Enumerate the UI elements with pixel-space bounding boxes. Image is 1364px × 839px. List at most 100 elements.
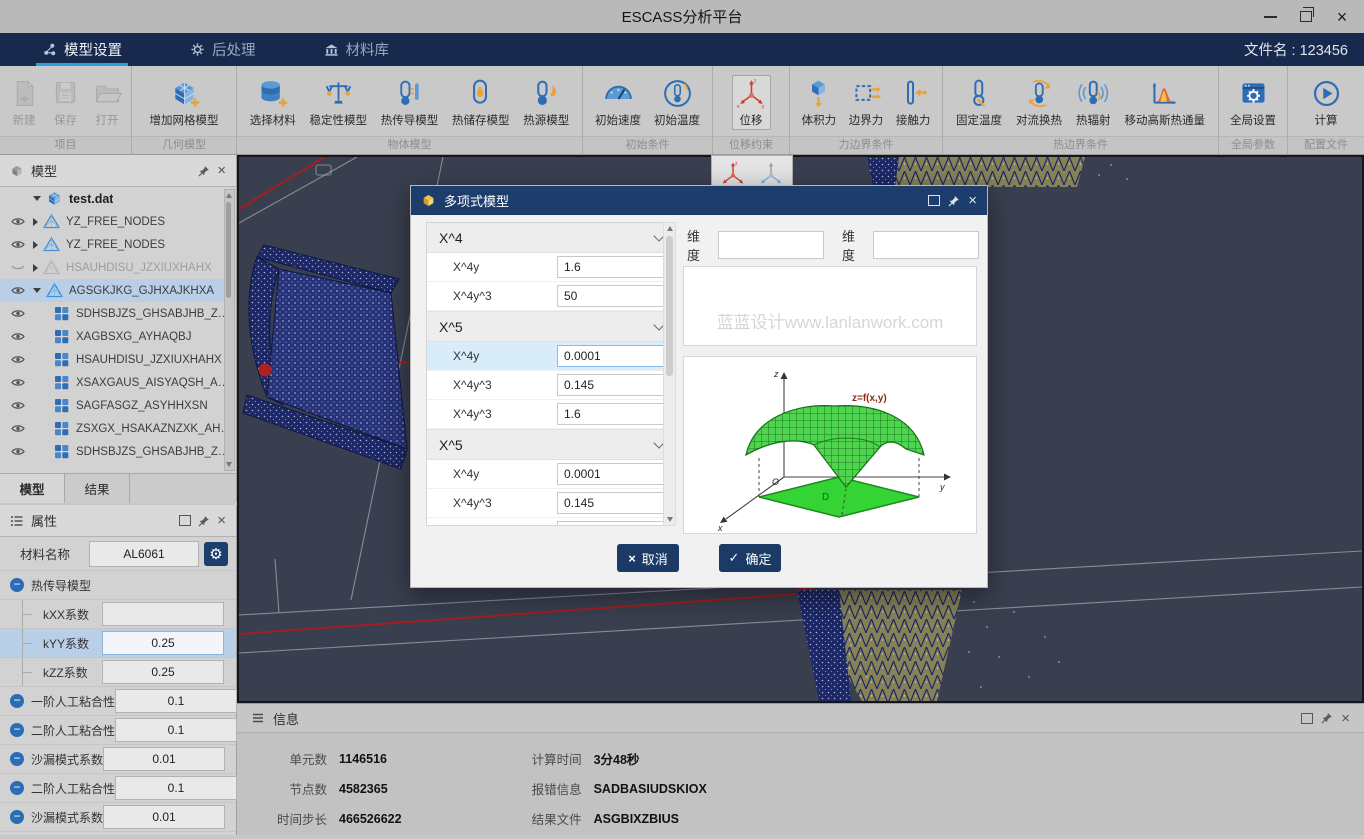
collapse-minus-icon[interactable]: − [10, 694, 24, 708]
term-row[interactable]: X^4y^3 [427, 282, 675, 311]
dialog-list-scrollbar[interactable] [663, 222, 676, 526]
term-value-input[interactable] [557, 374, 665, 396]
property-row[interactable]: − kYY系数 [0, 629, 236, 658]
nav-tab[interactable]: 模型设置 [32, 33, 132, 66]
ribbon-button[interactable]: 保存 [46, 75, 85, 130]
term-row[interactable]: X^4y^3 [427, 371, 675, 400]
float-icon[interactable] [179, 515, 191, 526]
property-value-input[interactable] [103, 747, 225, 771]
term-row[interactable]: X^4y [427, 460, 675, 489]
ribbon-button[interactable]: 初始温度 [651, 75, 703, 130]
visibility-toggle[interactable] [11, 216, 27, 227]
term-row[interactable]: X^4y^3 [427, 400, 675, 429]
visibility-toggle[interactable] [11, 308, 27, 319]
ribbon-button[interactable]: 打开 [88, 75, 127, 130]
tree-scrollbar[interactable] [224, 189, 235, 471]
term-row[interactable]: X^4y^3 [427, 489, 675, 518]
term-row[interactable]: X^4y [427, 253, 675, 282]
term-value-input[interactable] [557, 285, 665, 307]
dialog-close-icon[interactable]: × [968, 193, 977, 208]
tree-item[interactable]: SDHSBJZS_GHSABJHB_ZAHU [0, 440, 236, 463]
ribbon-button[interactable]: 热储存模型 [449, 75, 513, 130]
dialog-header[interactable]: 多项式模型 × [411, 186, 987, 215]
pin-icon[interactable] [1321, 712, 1333, 724]
collapse-minus-icon[interactable]: − [10, 723, 24, 737]
term-value-input[interactable] [557, 492, 665, 514]
term-value-input[interactable] [557, 521, 665, 526]
property-value-input[interactable] [115, 718, 237, 742]
pin-icon[interactable] [198, 515, 210, 527]
close-icon[interactable]: × [1341, 711, 1350, 726]
tree-item[interactable]: test.dat [0, 187, 236, 210]
ribbon-button[interactable]: 稳定性模型 [307, 75, 371, 130]
dimension-input-2[interactable] [873, 231, 979, 259]
close-icon[interactable]: × [217, 513, 226, 528]
visibility-toggle[interactable] [11, 446, 27, 457]
tab-model[interactable]: 模型 [0, 474, 65, 503]
tree-item[interactable]: XAGBSXG_AYHAQBJ [0, 325, 236, 348]
ribbon-button[interactable]: 新建 [5, 75, 44, 130]
property-row[interactable]: − 一阶人工粘合性 [0, 687, 236, 716]
visibility-toggle[interactable] [11, 400, 27, 411]
property-value-input[interactable] [103, 805, 225, 829]
visibility-toggle[interactable] [11, 239, 27, 250]
tab-results[interactable]: 结果 [65, 474, 130, 503]
visibility-toggle[interactable] [11, 285, 27, 296]
ribbon-button[interactable]: 固定温度 [953, 75, 1005, 130]
caret-icon[interactable] [33, 218, 38, 226]
ribbon-button[interactable]: 热源模型 [520, 75, 572, 130]
collapse-minus-icon[interactable]: − [10, 578, 24, 592]
property-value-input[interactable] [102, 602, 224, 626]
property-value-input[interactable] [115, 776, 237, 800]
restore-button[interactable] [1288, 0, 1324, 33]
material-name-input[interactable] [89, 541, 199, 567]
visibility-toggle[interactable] [11, 423, 27, 434]
term-value-input[interactable] [557, 345, 665, 367]
cancel-button[interactable]: × 取消 [617, 544, 679, 572]
ribbon-button[interactable]: 边界力 [846, 75, 887, 130]
ribbon-button[interactable]: 移动高斯热通量 [1122, 75, 1209, 130]
property-row[interactable]: − 二阶人工粘合性 [0, 716, 236, 745]
ribbon-button[interactable]: 增加网格模型 [147, 75, 222, 130]
visibility-toggle[interactable] [11, 354, 27, 365]
term-row[interactable]: X^4y^3 [427, 518, 675, 526]
ribbon-button[interactable]: 选择材料 [247, 75, 299, 130]
property-row[interactable]: − 沙漏模式系数 [0, 745, 236, 774]
tree-item[interactable]: SAGFASGZ_ASYHHXSN [0, 394, 236, 417]
property-row[interactable]: − 二阶人工粘合性 [0, 774, 236, 803]
close-icon[interactable]: × [217, 163, 226, 178]
scrollbar-thumb[interactable] [666, 236, 673, 376]
tree-item[interactable]: YZ_FREE_NODES [0, 233, 236, 256]
property-row[interactable]: − kZZ系数 [0, 658, 236, 687]
term-section-header[interactable]: X^5 [427, 429, 675, 460]
property-row[interactable]: − kXX系数 [0, 600, 236, 629]
collapse-minus-icon[interactable]: − [10, 810, 24, 824]
visibility-toggle[interactable] [11, 262, 27, 273]
term-section-header[interactable]: X^4 [427, 223, 675, 253]
nav-tab[interactable]: 后处理 [180, 33, 266, 66]
term-value-input[interactable] [557, 403, 665, 425]
ribbon-button[interactable]: 计算 [1307, 75, 1346, 130]
material-settings-button[interactable]: ⚙ [204, 542, 228, 566]
term-row[interactable]: X^4y [427, 342, 675, 371]
float-icon[interactable] [1301, 713, 1313, 724]
term-value-input[interactable] [557, 256, 665, 278]
ribbon-button[interactable]: 位移 [732, 75, 771, 130]
tree-item[interactable]: HSAUHDISU_JZXIUXHAHX [0, 256, 236, 279]
ribbon-button[interactable]: 初始速度 [592, 75, 644, 130]
dimension-input-1[interactable] [718, 231, 824, 259]
tree-item[interactable]: XSAXGAUS_AISYAQSH_ASHX [0, 371, 236, 394]
close-button[interactable]: × [1324, 0, 1360, 33]
visibility-toggle[interactable] [11, 377, 27, 388]
caret-icon[interactable] [33, 196, 41, 201]
property-row[interactable]: − 沙漏模式系数 [0, 803, 236, 832]
caret-icon[interactable] [33, 241, 38, 249]
minimize-button[interactable] [1252, 0, 1288, 33]
property-value-input[interactable] [102, 660, 224, 684]
ribbon-button[interactable]: 全局设置 [1227, 75, 1279, 130]
visibility-toggle[interactable] [11, 331, 27, 342]
tree-item[interactable]: ZSXGX_HSAKAZNZXK_AHASX [0, 417, 236, 440]
tree-item[interactable]: AGSGKJKG_GJHXAJKHXA [0, 279, 236, 302]
nav-tab[interactable]: 材料库 [314, 33, 400, 66]
ribbon-button[interactable]: 热传导模型 [378, 75, 442, 130]
